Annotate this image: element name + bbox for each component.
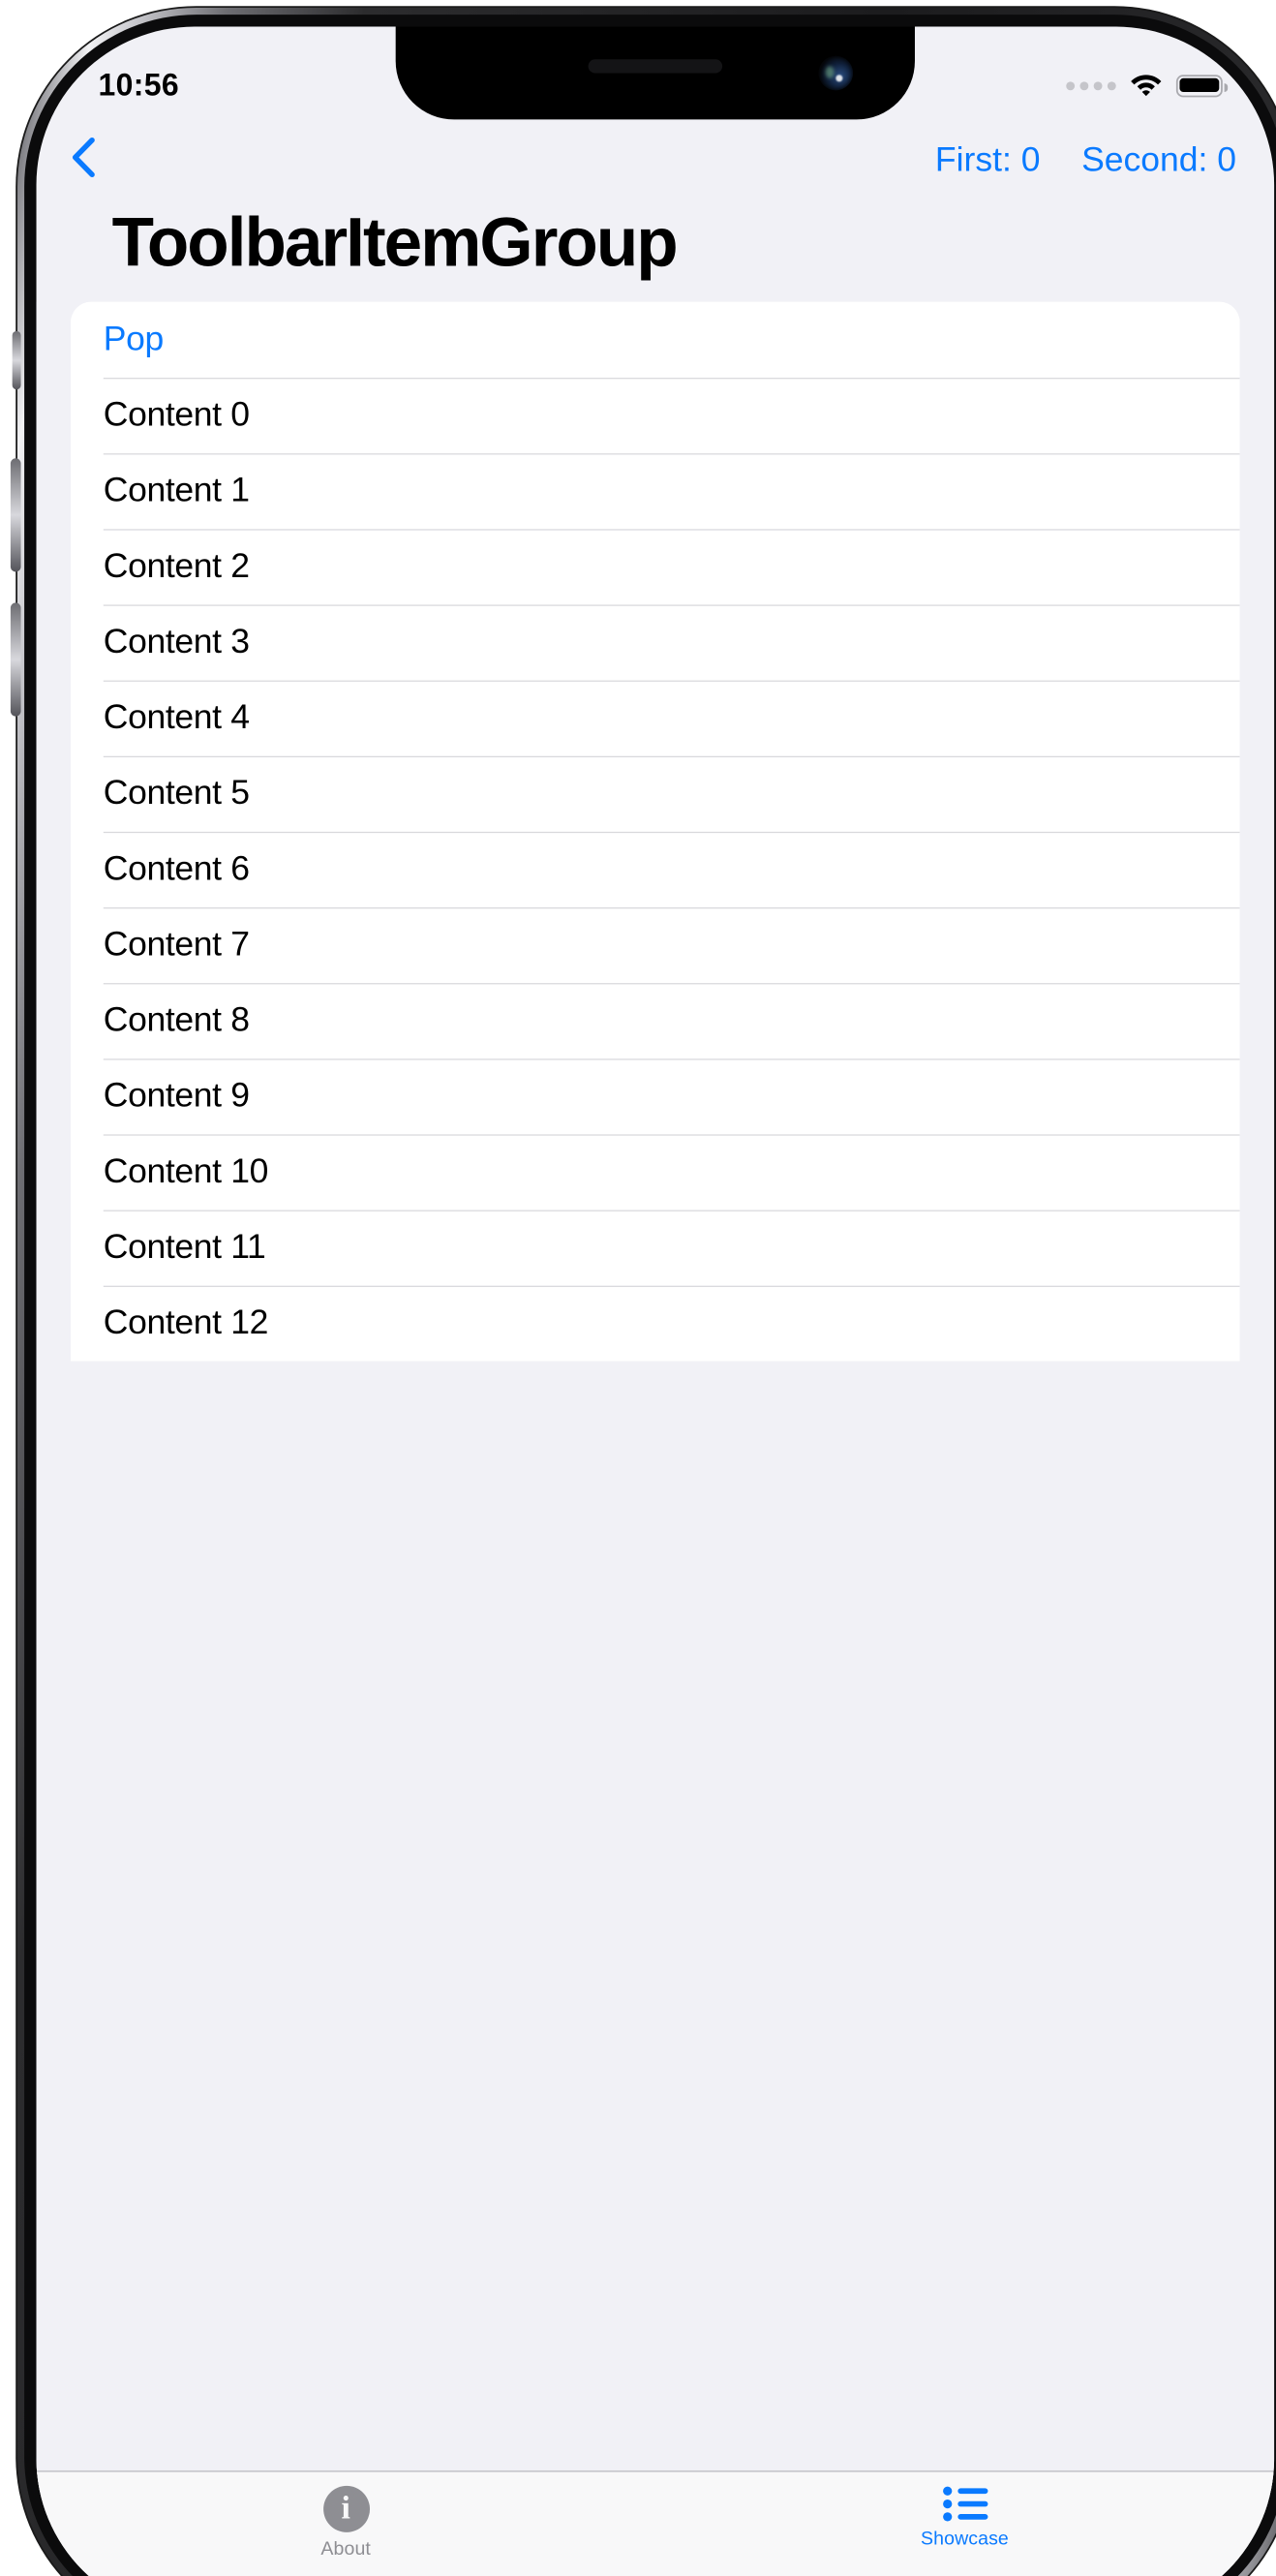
list-item-label: Content 12 [103,1303,269,1342]
list-item[interactable]: Content 1 [71,452,1240,530]
chevron-left-icon [71,136,97,185]
list-item[interactable]: Content 3 [71,604,1240,681]
list-item[interactable]: Content 5 [71,755,1240,832]
bulleted-list-icon [941,2486,987,2522]
list-item-label: Content 10 [103,1151,269,1190]
list-item[interactable]: Content 7 [71,906,1240,983]
list-scroll-view[interactable]: Pop Content 0 Content 1 Content 2 Content 3 C… [36,301,1275,2576]
list-item[interactable]: Pop [71,301,1240,378]
front-camera-icon [818,55,854,91]
device-screen: 10:56 First: 0 Second: 0 ToolbarItemGrou… [36,26,1275,2576]
wifi-icon [1130,73,1163,97]
list-item-label: Content 6 [103,849,250,888]
list-item-label: Content 3 [103,622,250,660]
list-item[interactable]: Content 9 [71,1058,1240,1135]
list-item[interactable]: Content 0 [71,377,1240,453]
list-item[interactable]: Content 8 [71,982,1240,1059]
tab-bar: i About Showcase [36,2469,1275,2576]
battery-full-icon [1175,74,1229,97]
list-item-label: Content 0 [103,395,250,434]
second-counter-button[interactable]: Second: 0 [1081,141,1236,181]
list-item-label: Content 9 [103,1076,250,1115]
list-item-label: Content 2 [103,546,250,585]
screenshot-root: 10:56 First: 0 Second: 0 ToolbarItemGrou… [0,0,1276,2576]
list-item[interactable]: Content 2 [71,529,1240,605]
list-item[interactable]: Content 4 [71,680,1240,756]
tab-showcase-label: Showcase [921,2529,1009,2550]
list-item-label: Pop [103,320,165,358]
list-item-label: Content 11 [103,1227,266,1266]
page-title: ToolbarItemGroup [111,205,679,282]
list-item-label: Content 4 [103,697,250,737]
list-item-label: Content 1 [103,471,250,509]
list-card: Pop Content 0 Content 1 Content 2 Content 3 C… [71,301,1240,1362]
list-item[interactable]: Content 12 [71,1285,1240,1362]
back-button[interactable] [71,127,129,196]
tab-about-label: About [320,2538,371,2561]
list-item-label: Content 7 [103,925,250,964]
list-item-label: Content 5 [103,774,250,813]
info-circle-icon: i [322,2485,370,2532]
iphone-device-frame: 10:56 First: 0 Second: 0 ToolbarItemGrou… [10,8,1276,2576]
nav-bar-actions: First: 0 Second: 0 [935,141,1243,181]
first-counter-button[interactable]: First: 0 [935,141,1041,181]
status-bar-time: 10:56 [98,67,180,102]
tab-showcase[interactable]: Showcase [655,2472,1274,2550]
list-item[interactable]: Content 6 [71,831,1240,907]
list-item-label: Content 8 [103,1000,250,1039]
list-item[interactable]: Content 11 [71,1210,1240,1286]
volume-down-button[interactable] [10,602,21,717]
mute-switch[interactable] [12,330,21,390]
navigation-bar: First: 0 Second: 0 [37,119,1275,201]
tab-about[interactable]: i About [37,2472,655,2561]
signal-dots-icon [1066,80,1116,90]
list-item[interactable]: Content 10 [71,1134,1240,1211]
device-notch [395,26,915,120]
earpiece-speaker [588,59,723,74]
volume-up-button[interactable] [10,458,21,572]
status-bar-indicators [1066,73,1229,97]
